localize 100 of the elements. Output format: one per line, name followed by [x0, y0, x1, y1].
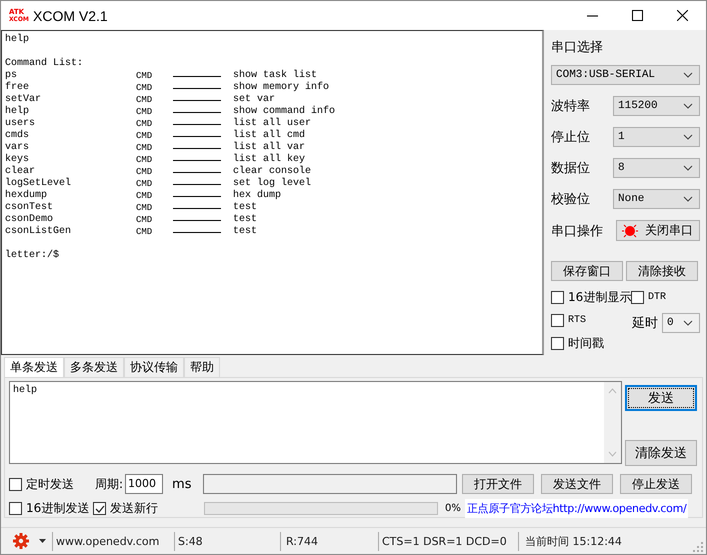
dropdown[interactable]: 1 — [613, 127, 700, 147]
dropdown[interactable]: 0 — [662, 313, 700, 333]
command-type: CMD — [136, 118, 154, 130]
window-title: XCOM V2.1 — [33, 8, 108, 24]
panel-button[interactable]: 保存窗口 — [551, 261, 623, 281]
checkbox-label: 时间戳 — [568, 335, 604, 352]
command-description: clear console — [233, 166, 312, 178]
status-signals: CTS=1 DSR=1 DCD=0 — [379, 532, 519, 550]
command-type: CMD — [136, 178, 154, 190]
lamp-icon — [621, 222, 639, 238]
command-name: free — [5, 82, 30, 94]
command-type: CMD — [136, 190, 154, 202]
chevron-icon — [683, 134, 693, 140]
dropdown[interactable]: COM3:USB-SERIAL — [551, 65, 700, 85]
panel-button[interactable]: 清除接收 — [626, 261, 698, 281]
checkbox-label: RTS — [568, 315, 586, 326]
command-description: show command info — [233, 106, 336, 118]
dropdown[interactable]: 115200 — [613, 96, 700, 116]
resize-grip-icon[interactable] — [693, 542, 703, 552]
gear-icon[interactable] — [13, 533, 29, 549]
caret-icon[interactable] — [39, 539, 46, 543]
command-description: hex dump — [233, 190, 282, 202]
field-label: 波特率 — [551, 98, 590, 115]
maximize-icon[interactable] — [632, 10, 643, 21]
close-icon[interactable] — [677, 10, 688, 21]
command-description: set log level — [233, 178, 312, 190]
status-time: 当前时间 15:12:44 — [524, 534, 623, 550]
command-type: CMD — [136, 202, 154, 214]
command-type: CMD — [136, 166, 154, 178]
command-description: list all user — [233, 118, 312, 130]
command-name: csonListGen — [5, 226, 72, 238]
checkbox[interactable] — [551, 314, 564, 327]
checkbox[interactable] — [93, 502, 106, 515]
command-type: CMD — [136, 142, 154, 154]
status-website: www.openedv.com — [53, 532, 175, 550]
field-label: 延时 — [632, 315, 658, 332]
console-line: help — [5, 34, 30, 46]
file-button[interactable]: 停止发送 — [620, 474, 692, 494]
checkbox-label: 16进制发送 — [26, 500, 90, 517]
field-label: 数据位 — [551, 160, 590, 177]
command-name: keys — [5, 154, 30, 166]
checkbox[interactable] — [551, 291, 564, 304]
command-description: set var — [233, 94, 276, 106]
dropdown[interactable]: 8 — [613, 158, 700, 178]
command-description: test — [233, 226, 258, 238]
command-name: csonTest — [5, 202, 54, 214]
field-label: 串口操作 — [551, 222, 603, 240]
checkbox-label: 定时发送 — [26, 476, 74, 492]
dropdown[interactable]: None — [613, 189, 700, 209]
command-name: cmds — [5, 130, 30, 142]
command-name: hexdump — [5, 190, 48, 202]
command-type: CMD — [136, 214, 154, 226]
period-input[interactable]: 1000 — [125, 474, 164, 494]
command-description: test — [233, 214, 258, 226]
file-button[interactable]: 发送文件 — [541, 474, 614, 494]
command-description: show memory info — [233, 82, 330, 94]
checkbox-label: 16进制显示 — [568, 289, 632, 306]
unit-label: ms — [172, 476, 192, 492]
command-description: list all var — [233, 142, 306, 154]
command-type: CMD — [136, 94, 154, 106]
checkmark-icon — [94, 504, 104, 514]
checkbox-label: 发送新行 — [110, 500, 158, 517]
command-type: CMD — [136, 130, 154, 142]
file-path-field[interactable] — [203, 474, 458, 494]
command-name: vars — [5, 142, 30, 154]
tab[interactable]: 协议传输 — [124, 357, 184, 377]
tab[interactable]: 单条发送 — [4, 357, 64, 377]
file-button[interactable]: 打开文件 — [462, 474, 534, 494]
field-label: 校验位 — [551, 191, 590, 208]
forum-link[interactable]: 正点原子官方论坛http://www.openedv.com/ — [465, 499, 688, 518]
send-button[interactable]: 发送 — [625, 385, 697, 411]
checkbox[interactable] — [551, 337, 564, 350]
progress-text: 0% — [445, 503, 462, 514]
clear-send-button[interactable]: 清除发送 — [625, 440, 697, 466]
checkbox[interactable] — [9, 478, 22, 490]
command-name: users — [5, 118, 36, 130]
command-description: list all key — [233, 154, 306, 166]
command-name: clear — [5, 166, 36, 178]
console-line: Command List: — [5, 58, 84, 70]
checkbox[interactable] — [9, 502, 22, 515]
period-label: 周期: — [95, 476, 124, 492]
command-name: ps — [5, 70, 18, 82]
send-text-area[interactable]: help — [9, 381, 622, 464]
command-description: list all cmd — [233, 130, 306, 142]
chevron-icon — [683, 72, 693, 78]
chevron-icon — [683, 320, 693, 326]
status-sent: S:48 — [175, 532, 281, 550]
checkbox-label: DTR — [648, 292, 666, 303]
chevron-icon — [683, 196, 693, 202]
tab[interactable]: 帮助 — [184, 357, 220, 377]
command-type: CMD — [136, 70, 154, 82]
command-name: help — [5, 106, 30, 118]
command-description: test — [233, 202, 258, 214]
close-port-button[interactable]: 关闭串口 — [616, 220, 700, 241]
command-type: CMD — [136, 82, 154, 94]
command-type: CMD — [136, 154, 154, 166]
chevron-icon — [683, 165, 693, 171]
command-name: setVar — [5, 94, 42, 106]
tab[interactable]: 多条发送 — [64, 357, 124, 377]
checkbox[interactable] — [631, 291, 644, 304]
